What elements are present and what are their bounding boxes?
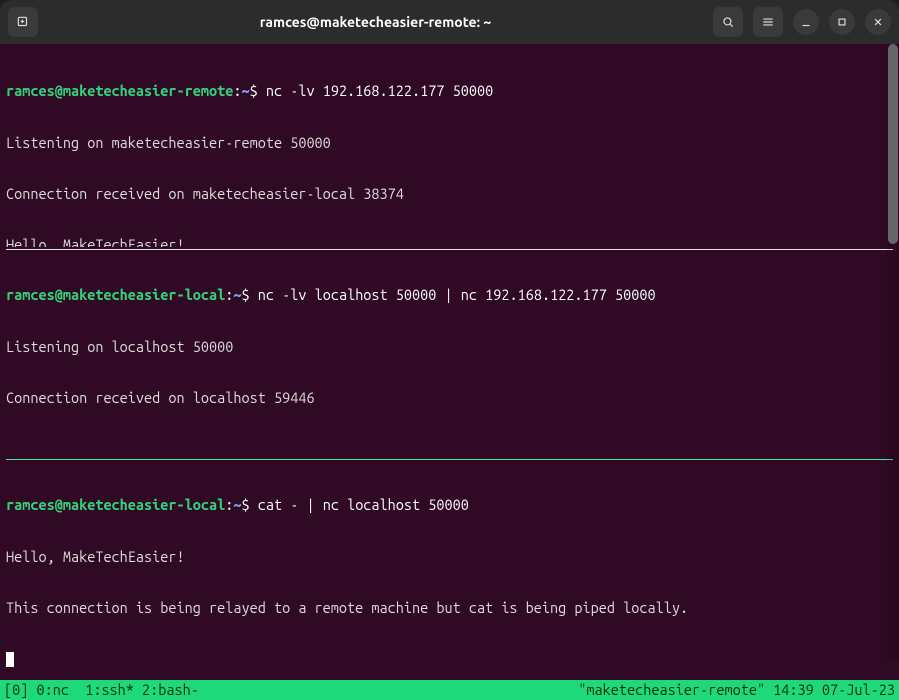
command: nc -lv localhost 50000 | nc 192.168.122.… [258, 286, 656, 303]
search-button[interactable] [713, 7, 743, 37]
cursor-icon [6, 652, 14, 667]
output-line: Hello, MakeTechEasier! [6, 548, 893, 565]
pane-divider-active[interactable] [6, 459, 893, 460]
status-left: [0] 0:nc 1:ssh* 2:bash- [4, 680, 199, 700]
cursor-line [6, 650, 893, 667]
prompt-line: ramces@maketecheasier-local:~$ cat - | n… [6, 496, 893, 513]
prompt-line: ramces@maketecheasier-remote:~$ nc -lv 1… [6, 82, 893, 99]
pane-divider[interactable] [6, 249, 893, 250]
prompt-path: ~ [233, 286, 241, 303]
titlebar-right [713, 7, 891, 37]
new-tab-button[interactable] [8, 7, 38, 37]
scrollbar-thumb[interactable] [888, 44, 898, 244]
prompt-user: ramces@maketecheasier-local [6, 496, 225, 513]
tmux-pane-1[interactable]: ramces@maketecheasier-remote:~$ nc -lv 1… [6, 48, 893, 247]
output-line: This connection is being relayed to a re… [6, 599, 893, 616]
output-line: Listening on maketecheasier-remote 50000 [6, 134, 893, 151]
output-line: Connection received on maketecheasier-lo… [6, 185, 893, 202]
close-button[interactable] [865, 9, 891, 35]
tmux-status-bar: [0] 0:nc 1:ssh* 2:bash- "maketecheasier-… [0, 680, 899, 700]
tmux-pane-2[interactable]: ramces@maketecheasier-local:~$ nc -lv lo… [6, 252, 893, 457]
terminal-area[interactable]: ramces@maketecheasier-remote:~$ nc -lv 1… [0, 44, 899, 680]
maximize-button[interactable] [829, 9, 855, 35]
scrollbar[interactable] [887, 44, 899, 660]
prompt-line: ramces@maketecheasier-local:~$ nc -lv lo… [6, 286, 893, 303]
prompt-path: ~ [233, 496, 241, 513]
prompt-path: ~ [241, 82, 249, 99]
output-line: Hello, MakeTechEasier! [6, 236, 893, 247]
status-right: "maketecheasier-remote" 14:39 07-Jul-23 [578, 680, 895, 700]
output-line: Connection received on localhost 59446 [6, 389, 893, 406]
window-title: ramces@maketecheasier-remote: ~ [44, 14, 707, 30]
command: nc -lv 192.168.122.177 50000 [266, 82, 493, 99]
titlebar-left [8, 7, 38, 37]
menu-button[interactable] [753, 7, 783, 37]
output-line: Listening on localhost 50000 [6, 338, 893, 355]
tmux-pane-3[interactable]: ramces@maketecheasier-local:~$ cat - | n… [6, 462, 893, 680]
prompt-user: ramces@maketecheasier-local [6, 286, 225, 303]
command: cat - | nc localhost 50000 [258, 496, 469, 513]
minimize-button[interactable] [793, 9, 819, 35]
prompt-user: ramces@maketecheasier-remote [6, 82, 233, 99]
titlebar: ramces@maketecheasier-remote: ~ [0, 0, 899, 44]
